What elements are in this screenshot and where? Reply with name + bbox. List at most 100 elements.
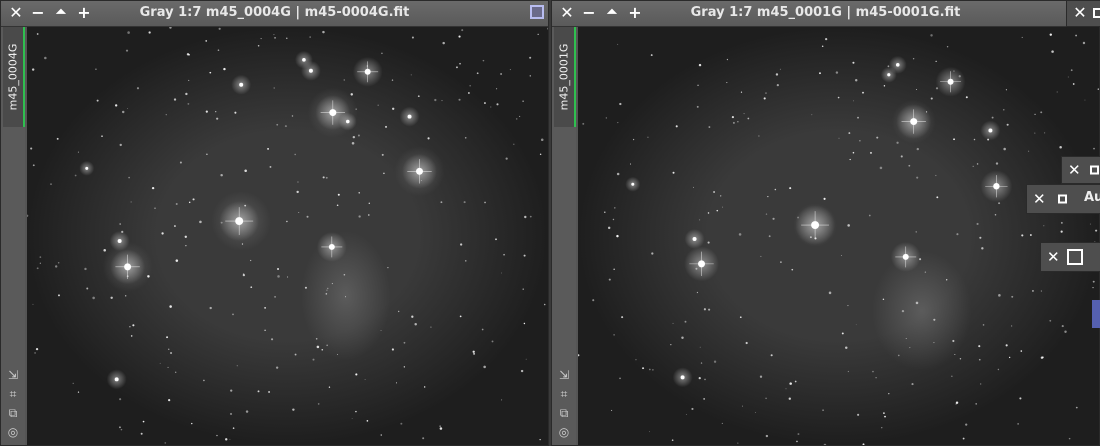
star [312,358,315,361]
star [1089,223,1091,225]
star [161,232,164,235]
star [192,198,195,201]
fit-window-icon[interactable]: ⇲ [556,367,572,383]
square-icon[interactable] [1090,165,1099,175]
star [392,107,395,110]
star [875,377,877,379]
star [484,102,486,104]
bright-star [239,82,244,87]
star [270,338,274,341]
star [120,428,123,431]
square-icon[interactable] [1093,8,1100,18]
star [1005,89,1007,91]
star [837,96,840,99]
star [759,375,763,378]
close-icon[interactable]: ✕ [1068,161,1081,179]
star [672,322,674,324]
close-icon[interactable]: ✕ [558,4,576,22]
star [260,38,262,40]
image-view[interactable] [27,27,548,445]
star [952,339,955,343]
image-id-tab[interactable]: m45_0004G [3,27,25,127]
star [461,29,464,32]
title-bar[interactable]: ✕ − ⏶ + Gray 1:7 m45_0001G | m45-0001G.f… [552,1,1099,27]
close-icon[interactable]: ✕ [1071,4,1089,22]
star [955,401,959,404]
star [791,268,794,271]
star [908,164,911,167]
star [859,140,861,142]
image-id-label: m45_0001G [557,43,571,111]
close-icon[interactable]: ✕ [1047,248,1060,266]
star [953,138,955,141]
image-id-tab[interactable]: m45_0001G [554,27,576,127]
star [127,31,130,34]
star [297,181,299,183]
shade-icon[interactable]: ⏶ [52,4,70,22]
star [868,214,871,217]
image-view[interactable] [578,27,1099,445]
square-icon[interactable] [1058,194,1067,204]
clone-icon[interactable]: ⧉ [5,405,21,421]
star [495,238,497,241]
star [232,427,235,429]
star [249,259,252,262]
star [175,371,177,373]
star [316,345,320,349]
clone-icon[interactable]: ⧉ [556,405,572,421]
fit-view-icon[interactable]: ⌗ [5,386,21,402]
fit-view-icon[interactable]: ⌗ [556,386,572,402]
maximize-icon[interactable]: + [626,4,644,22]
shaded-window-top[interactable]: ✕ [1066,0,1100,27]
star [671,439,674,442]
star [168,399,171,402]
star [965,423,968,426]
star [779,68,781,70]
star [140,432,143,435]
star [159,362,161,364]
image-window-2[interactable]: ✕ − ⏶ + Gray 1:7 m45_0001G | m45-0001G.f… [551,0,1100,446]
shaded-window-c[interactable]: ✕ [1040,242,1100,272]
star [822,409,824,411]
fit-window-icon[interactable]: ⇲ [5,367,21,383]
shaded-window-b[interactable]: ✕ Au [1026,184,1100,214]
restore-icon[interactable] [530,5,544,19]
star [1006,123,1009,126]
star [592,299,595,302]
star [743,113,745,115]
star [442,41,445,45]
star [537,33,539,35]
star [979,383,982,385]
docked-tab[interactable] [1092,300,1100,328]
close-icon[interactable]: ✕ [1033,190,1046,208]
star [976,222,979,226]
star [440,201,443,204]
star [110,296,113,299]
star [1084,99,1086,101]
image-window-1[interactable]: ✕ − ⏶ + Gray 1:7 m45_0004G | m45-0004G.f… [0,0,549,446]
star [298,212,300,214]
star [206,153,208,156]
shaded-window-a[interactable]: ✕ [1061,156,1100,184]
star [74,174,77,177]
close-icon[interactable]: ✕ [7,4,25,22]
star [811,114,813,116]
star [670,344,672,346]
minimize-icon[interactable]: − [580,4,598,22]
maximize-icon[interactable]: + [75,4,93,22]
square-icon[interactable] [1067,249,1083,265]
star [916,88,917,90]
star [455,66,458,69]
star [366,419,369,422]
star [410,74,412,76]
star [56,137,59,140]
target-icon[interactable]: ◎ [556,424,572,440]
star [765,434,769,438]
star [956,233,959,236]
shade-icon[interactable]: ⏶ [603,4,621,22]
title-bar[interactable]: ✕ − ⏶ + Gray 1:7 m45_0004G | m45-0004G.f… [1,1,548,27]
target-icon[interactable]: ◎ [5,424,21,440]
star [205,110,208,113]
star [703,398,705,400]
minimize-icon[interactable]: − [29,4,47,22]
